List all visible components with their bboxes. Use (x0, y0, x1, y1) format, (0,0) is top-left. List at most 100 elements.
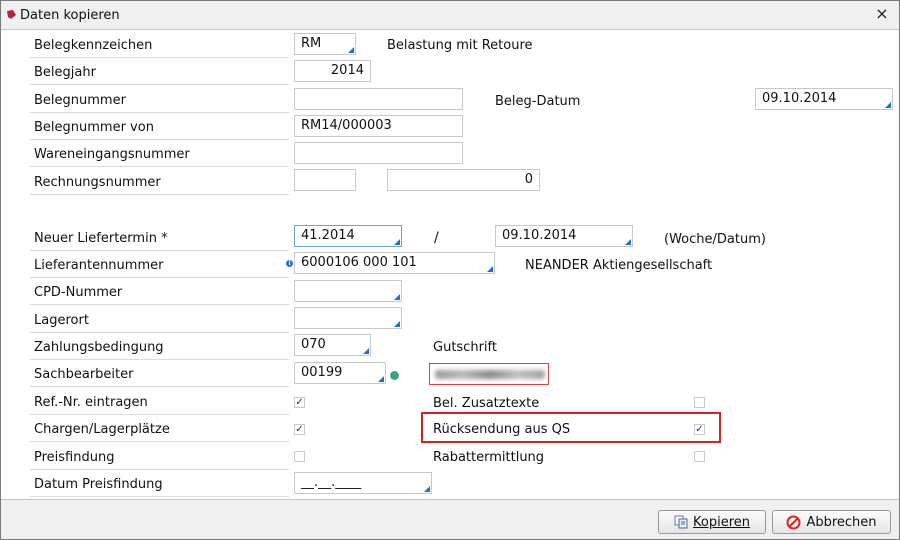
dropdown-corner-icon (363, 348, 369, 354)
dropdown-corner-icon (394, 321, 400, 327)
label-preisfindung: Preisfindung (34, 450, 115, 465)
ruecksendung-checkbox[interactable]: ✓ (694, 424, 705, 435)
label-neuer-liefertermin: Neuer Liefertermin * (34, 231, 168, 246)
label-ruecksendung: Rücksendung aus QS (433, 422, 571, 437)
row-wareneingangsnummer: Wareneingangsnummer (30, 144, 289, 167)
label-belegkennzeichen: Belegkennzeichen (34, 38, 153, 53)
kopieren-label: Kopieren (693, 514, 750, 530)
ref-nr-checkbox[interactable]: ✓ (294, 397, 305, 408)
sachbearbeiter-value: 00199 (301, 365, 343, 380)
label-belegjahr: Belegjahr (34, 65, 96, 80)
datum-preisfindung-field[interactable]: __.__.____ (294, 472, 432, 494)
title-bar: Daten kopieren × (1, 1, 899, 30)
belegkennzeichen-value: RM (301, 36, 322, 51)
preisfindung-checkbox[interactable] (294, 451, 305, 462)
bel-zusatztexte-checkbox[interactable] (694, 397, 705, 408)
rabattermittlung-checkbox[interactable] (694, 451, 705, 462)
zahlungsbedingung-value: 070 (301, 337, 326, 352)
label-lagerort: Lagerort (34, 313, 89, 328)
row-datum-preisfindung: Datum Preisfindung (30, 474, 289, 497)
row-ref-nr: Ref.-Nr. eintragen (30, 392, 289, 415)
beleg-datum-field[interactable]: 09.10.2014 (755, 88, 893, 110)
dropdown-corner-icon (885, 102, 891, 108)
liefertermin-separator: / (434, 230, 439, 246)
close-icon[interactable]: × (874, 6, 890, 22)
row-belegkennzeichen: Belegkennzeichen (30, 35, 289, 58)
belegjahr-field[interactable]: 2014 (294, 60, 371, 82)
label-chargen: Chargen/Lagerplätze (34, 422, 170, 437)
label-rabattermittlung: Rabattermittlung (433, 450, 545, 465)
dialog-window: Daten kopieren × Belegkennzeichen RM Bel… (0, 0, 900, 540)
label-rechnungsnummer: Rechnungsnummer (34, 175, 161, 190)
belegnummer-von-field[interactable]: RM14/000003 (294, 115, 463, 137)
info-icon[interactable]: i (286, 260, 293, 267)
chargen-checkbox[interactable]: ✓ (294, 424, 305, 435)
liefertermin-woche-field[interactable]: 41.2014 (294, 225, 402, 247)
label-sachbearbeiter: Sachbearbeiter (34, 367, 134, 382)
zahlungsbedingung-desc: Gutschrift (433, 340, 497, 355)
datum-preisfindung-value: __.__.____ (301, 475, 362, 490)
row-neuer-liefertermin: Neuer Liefertermin * (30, 228, 289, 251)
sachbearbeiter-field[interactable]: 00199 (294, 362, 386, 384)
label-belegnummer: Belegnummer (34, 93, 126, 108)
lieferantennummer-value: 6000106 000 101 (301, 255, 417, 270)
label-lieferantennummer: Lieferantennummer (34, 258, 164, 273)
row-chargen: Chargen/Lagerplätze (30, 419, 289, 442)
lieferantennummer-field[interactable]: 6000106 000 101 (294, 252, 495, 274)
label-ref-nr: Ref.-Nr. eintragen (34, 395, 148, 410)
rechnungsnummer-field-1[interactable] (294, 169, 356, 191)
dropdown-corner-icon (394, 239, 400, 245)
row-sachbearbeiter: Sachbearbeiter (30, 364, 289, 387)
rechnungsnummer-value-2: 0 (524, 172, 533, 187)
belegkennzeichen-desc: Belastung mit Retoure (387, 38, 533, 53)
dropdown-corner-icon (394, 294, 400, 300)
row-lieferantennummer: Lieferantennummer (30, 255, 289, 278)
label-bel-zusatztexte: Bel. Zusatztexte (433, 396, 540, 411)
row-preisfindung: Preisfindung (30, 447, 289, 470)
zahlungsbedingung-field[interactable]: 070 (294, 334, 371, 356)
row-lagerort: Lagerort (30, 310, 289, 333)
row-zahlungsbedingung: Zahlungsbedingung (30, 337, 289, 360)
rechnungsnummer-field-2[interactable]: 0 (387, 169, 540, 191)
window-title: Daten kopieren (20, 8, 120, 23)
dropdown-corner-icon (625, 239, 631, 245)
liefertermin-woche-value: 41.2014 (301, 228, 355, 243)
cpd-nummer-field[interactable] (294, 280, 402, 302)
lieferantennummer-desc: NEANDER Aktiengesellschaft (525, 258, 713, 273)
liefertermin-datum-value: 09.10.2014 (502, 228, 577, 243)
wareneingangsnummer-field[interactable] (294, 142, 463, 164)
cancel-icon (786, 515, 801, 529)
label-cpd-nummer: CPD-Nummer (34, 285, 123, 300)
belegjahr-value: 2014 (330, 63, 364, 78)
label-belegnummer-von: Belegnummer von (34, 120, 154, 135)
dropdown-corner-icon (487, 266, 493, 272)
copy-icon (674, 515, 688, 529)
app-icon (7, 10, 16, 19)
abbrechen-label: Abbrechen (806, 514, 877, 530)
liefertermin-hint: (Woche/Datum) (664, 232, 766, 247)
abbrechen-button[interactable]: Abbrechen (772, 510, 891, 534)
status-dot-icon (390, 371, 399, 380)
beleg-datum-value: 09.10.2014 (762, 91, 837, 106)
row-belegnummer: Belegnummer (30, 90, 289, 113)
label-datum-preisfindung: Datum Preisfindung (34, 477, 163, 492)
dropdown-corner-icon (378, 376, 384, 382)
label-beleg-datum: Beleg-Datum (495, 94, 581, 109)
kopieren-button[interactable]: Kopieren (658, 510, 766, 534)
liefertermin-datum-field[interactable]: 09.10.2014 (495, 225, 633, 247)
belegkennzeichen-field[interactable]: RM (294, 33, 356, 55)
dropdown-corner-icon (348, 47, 354, 53)
row-belegnummer-von: Belegnummer von (30, 117, 289, 140)
row-belegjahr: Belegjahr (30, 62, 289, 85)
dropdown-corner-icon (424, 486, 430, 492)
row-rechnungsnummer: Rechnungsnummer (30, 172, 289, 195)
redacted-name-box (429, 363, 549, 385)
button-bar: Kopieren Abbrechen (1, 499, 899, 539)
belegnummer-von-value: RM14/000003 (301, 118, 392, 133)
row-cpd-nummer: CPD-Nummer (30, 282, 289, 305)
belegnummer-field[interactable] (294, 88, 463, 110)
label-wareneingangsnummer: Wareneingangsnummer (34, 147, 190, 162)
redacted-name-blur (435, 370, 545, 379)
label-zahlungsbedingung: Zahlungsbedingung (34, 340, 164, 355)
lagerort-field[interactable] (294, 307, 402, 329)
